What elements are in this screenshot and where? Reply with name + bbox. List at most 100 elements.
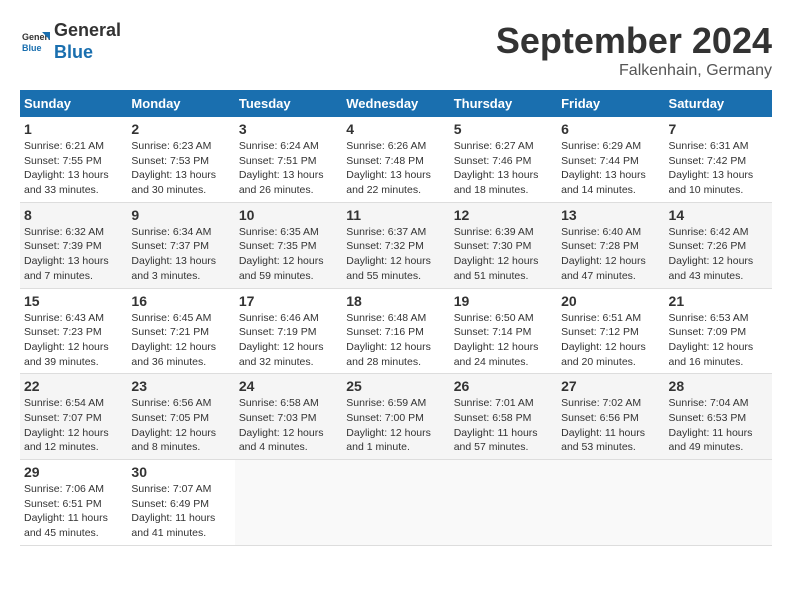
logo-line2: Blue — [54, 42, 121, 64]
day-info: Sunrise: 6:23 AM Sunset: 7:53 PM Dayligh… — [131, 139, 230, 198]
day-number: 14 — [669, 207, 768, 223]
day-info: Sunrise: 6:59 AM Sunset: 7:00 PM Dayligh… — [346, 396, 445, 455]
table-cell: 23Sunrise: 6:56 AM Sunset: 7:05 PM Dayli… — [127, 374, 234, 460]
day-number: 19 — [454, 293, 553, 309]
table-cell: 16 Sunrise: 6:45 AM Sunset: 7:21 PM Dayli… — [127, 288, 234, 374]
day-info: Sunrise: 6:50 AM Sunset: 7:14 PM Dayligh… — [454, 311, 553, 370]
day-info: Sunrise: 7:01 AM Sunset: 6:58 PM Dayligh… — [454, 396, 553, 455]
location-subtitle: Falkenhain, Germany — [496, 62, 772, 80]
table-cell: 26 Sunrise: 7:01 AM Sunset: 6:58 PM Dayli… — [450, 374, 557, 460]
col-wednesday: Wednesday — [342, 90, 449, 117]
day-number: 9 — [131, 207, 230, 223]
table-cell — [557, 460, 664, 546]
table-cell: 21 Sunrise: 6:53 AM Sunset: 7:09 PM Dayli… — [665, 288, 772, 374]
day-number: 11 — [346, 207, 445, 223]
day-info: Sunrise: 6:45 AM Sunset: 7:21 PM Dayligh… — [131, 311, 230, 370]
day-info: Sunrise: 6:54 AM Sunset: 7:07 PM Dayligh… — [24, 396, 123, 455]
day-number: 26 — [454, 378, 553, 394]
table-cell: 24 Sunrise: 6:58 AM Sunset: 7:03 PM Dayli… — [235, 374, 342, 460]
table-cell: 18Sunrise: 6:48 AM Sunset: 7:16 PM Dayli… — [342, 288, 449, 374]
table-cell: 11 Sunrise: 6:37 AM Sunset: 7:32 PM Dayli… — [342, 202, 449, 288]
calendar-header-row: Sunday Monday Tuesday Wednesday Thursday… — [20, 90, 772, 117]
day-number: 2 — [131, 121, 230, 137]
day-number: 23 — [131, 378, 230, 394]
week-row-3: 15 Sunrise: 6:43 AM Sunset: 7:23 PM Dayli… — [20, 288, 772, 374]
day-number: 28 — [669, 378, 768, 394]
day-number: 1 — [24, 121, 123, 137]
table-cell: 19 Sunrise: 6:50 AM Sunset: 7:14 PM Dayli… — [450, 288, 557, 374]
logo-text: General Blue — [54, 20, 121, 63]
table-cell — [235, 460, 342, 546]
day-info: Sunrise: 6:58 AM Sunset: 7:03 PM Dayligh… — [239, 396, 338, 455]
day-number: 7 — [669, 121, 768, 137]
table-cell: 15 Sunrise: 6:43 AM Sunset: 7:23 PM Dayli… — [20, 288, 127, 374]
day-info: Sunrise: 6:35 AM Sunset: 7:35 PM Dayligh… — [239, 225, 338, 284]
logo-line1: General — [54, 20, 121, 42]
day-info: Sunrise: 6:53 AM Sunset: 7:09 PM Dayligh… — [669, 311, 768, 370]
table-cell: 22 Sunrise: 6:54 AM Sunset: 7:07 PM Dayli… — [20, 374, 127, 460]
table-cell: 14 Sunrise: 6:42 AM Sunset: 7:26 PM Dayli… — [665, 202, 772, 288]
day-number: 17 — [239, 293, 338, 309]
day-info: Sunrise: 6:42 AM Sunset: 7:26 PM Dayligh… — [669, 225, 768, 284]
week-row-4: 22 Sunrise: 6:54 AM Sunset: 7:07 PM Dayli… — [20, 374, 772, 460]
table-cell: 13Sunrise: 6:40 AM Sunset: 7:28 PM Dayli… — [557, 202, 664, 288]
table-cell: 12Sunrise: 6:39 AM Sunset: 7:30 PM Dayli… — [450, 202, 557, 288]
week-row-1: 1Sunrise: 6:21 AM Sunset: 7:55 PM Daylig… — [20, 117, 772, 202]
table-cell: 27 Sunrise: 7:02 AM Sunset: 6:56 PM Dayli… — [557, 374, 664, 460]
logo-icon: General Blue — [20, 27, 50, 57]
day-number: 29 — [24, 464, 123, 480]
day-number: 27 — [561, 378, 660, 394]
table-cell: 28Sunrise: 7:04 AM Sunset: 6:53 PM Dayli… — [665, 374, 772, 460]
day-number: 8 — [24, 207, 123, 223]
week-row-5: 29Sunrise: 7:06 AM Sunset: 6:51 PM Dayli… — [20, 460, 772, 546]
table-cell: 20 Sunrise: 6:51 AM Sunset: 7:12 PM Dayli… — [557, 288, 664, 374]
day-info: Sunrise: 6:48 AM Sunset: 7:16 PM Dayligh… — [346, 311, 445, 370]
day-number: 25 — [346, 378, 445, 394]
table-cell: 3 Sunrise: 6:24 AM Sunset: 7:51 PM Daylig… — [235, 117, 342, 202]
day-info: Sunrise: 7:07 AM Sunset: 6:49 PM Dayligh… — [131, 482, 230, 541]
day-number: 16 — [131, 293, 230, 309]
day-number: 20 — [561, 293, 660, 309]
day-number: 22 — [24, 378, 123, 394]
table-cell: 6Sunrise: 6:29 AM Sunset: 7:44 PM Daylig… — [557, 117, 664, 202]
day-number: 10 — [239, 207, 338, 223]
day-info: Sunrise: 6:31 AM Sunset: 7:42 PM Dayligh… — [669, 139, 768, 198]
day-info: Sunrise: 6:29 AM Sunset: 7:44 PM Dayligh… — [561, 139, 660, 198]
table-cell: 1Sunrise: 6:21 AM Sunset: 7:55 PM Daylig… — [20, 117, 127, 202]
day-info: Sunrise: 6:40 AM Sunset: 7:28 PM Dayligh… — [561, 225, 660, 284]
day-info: Sunrise: 6:32 AM Sunset: 7:39 PM Dayligh… — [24, 225, 123, 284]
col-sunday: Sunday — [20, 90, 127, 117]
table-cell: 29Sunrise: 7:06 AM Sunset: 6:51 PM Dayli… — [20, 460, 127, 546]
day-number: 12 — [454, 207, 553, 223]
svg-text:Blue: Blue — [22, 43, 42, 53]
table-cell: 17 Sunrise: 6:46 AM Sunset: 7:19 PM Dayli… — [235, 288, 342, 374]
day-number: 15 — [24, 293, 123, 309]
table-cell — [342, 460, 449, 546]
week-row-2: 8 Sunrise: 6:32 AM Sunset: 7:39 PM Daylig… — [20, 202, 772, 288]
col-tuesday: Tuesday — [235, 90, 342, 117]
col-saturday: Saturday — [665, 90, 772, 117]
day-number: 4 — [346, 121, 445, 137]
table-cell: 7 Sunrise: 6:31 AM Sunset: 7:42 PM Daylig… — [665, 117, 772, 202]
day-info: Sunrise: 6:43 AM Sunset: 7:23 PM Dayligh… — [24, 311, 123, 370]
day-number: 24 — [239, 378, 338, 394]
table-cell: 8 Sunrise: 6:32 AM Sunset: 7:39 PM Daylig… — [20, 202, 127, 288]
calendar-table: Sunday Monday Tuesday Wednesday Thursday… — [20, 90, 772, 546]
day-number: 3 — [239, 121, 338, 137]
month-title: September 2024 — [496, 20, 772, 62]
day-info: Sunrise: 6:46 AM Sunset: 7:19 PM Dayligh… — [239, 311, 338, 370]
day-info: Sunrise: 6:27 AM Sunset: 7:46 PM Dayligh… — [454, 139, 553, 198]
col-friday: Friday — [557, 90, 664, 117]
table-cell: 2 Sunrise: 6:23 AM Sunset: 7:53 PM Daylig… — [127, 117, 234, 202]
day-number: 5 — [454, 121, 553, 137]
table-cell: 9 Sunrise: 6:34 AM Sunset: 7:37 PM Daylig… — [127, 202, 234, 288]
day-info: Sunrise: 6:37 AM Sunset: 7:32 PM Dayligh… — [346, 225, 445, 284]
day-info: Sunrise: 6:24 AM Sunset: 7:51 PM Dayligh… — [239, 139, 338, 198]
table-cell: 5 Sunrise: 6:27 AM Sunset: 7:46 PM Daylig… — [450, 117, 557, 202]
day-info: Sunrise: 6:34 AM Sunset: 7:37 PM Dayligh… — [131, 225, 230, 284]
table-cell: 30 Sunrise: 7:07 AM Sunset: 6:49 PM Dayli… — [127, 460, 234, 546]
day-number: 21 — [669, 293, 768, 309]
day-info: Sunrise: 7:02 AM Sunset: 6:56 PM Dayligh… — [561, 396, 660, 455]
day-number: 30 — [131, 464, 230, 480]
day-info: Sunrise: 6:51 AM Sunset: 7:12 PM Dayligh… — [561, 311, 660, 370]
